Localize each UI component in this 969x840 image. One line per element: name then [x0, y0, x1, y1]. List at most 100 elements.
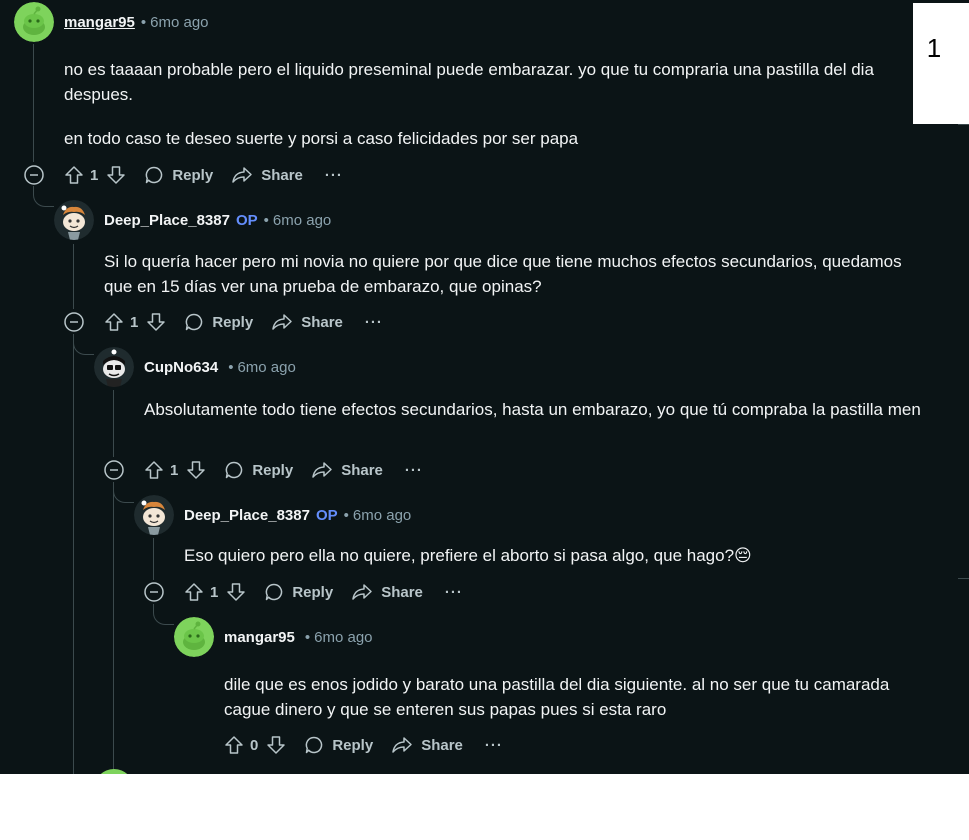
author-name[interactable]: mangar95 — [224, 629, 295, 646]
comment-body: Absolutamente todo tiene efectos secunda… — [144, 397, 924, 441]
avatar[interactable] — [94, 769, 134, 774]
more-options-button[interactable]: ··· — [365, 314, 383, 331]
reply-button[interactable]: Reply — [304, 735, 373, 755]
snoo-dark-avatar-icon — [94, 347, 134, 387]
share-arrow-icon — [352, 584, 372, 600]
vote-count: 0 — [250, 736, 259, 754]
upvote-button[interactable] — [64, 165, 84, 185]
thread-line[interactable] — [73, 335, 74, 774]
more-options-button[interactable]: ··· — [405, 462, 423, 479]
avatar[interactable] — [14, 2, 54, 42]
author-name[interactable]: CupNo634 — [144, 359, 218, 376]
share-label: Share — [301, 313, 343, 331]
downvote-arrow-icon — [227, 583, 246, 601]
upvote-button[interactable] — [184, 582, 204, 602]
separator-dot: • — [343, 506, 349, 524]
comment-actions: 1 Reply Share ··· — [64, 161, 343, 189]
comment-paragraph: no es taaaan probable pero el liquido pr… — [64, 60, 874, 104]
downvote-button[interactable] — [106, 165, 126, 185]
reply-button[interactable]: Reply — [224, 460, 293, 480]
upvote-arrow-icon — [65, 166, 83, 184]
upvote-arrow-icon — [105, 313, 123, 331]
downvote-button[interactable] — [266, 735, 286, 755]
thread-line[interactable] — [113, 483, 114, 774]
comment-paragraph: Absolutamente todo tiene efectos secunda… — [144, 400, 921, 419]
thread-connector — [33, 186, 54, 207]
upvote-button[interactable] — [104, 312, 124, 332]
minus-circle-icon — [24, 165, 44, 185]
share-button[interactable]: Share — [271, 312, 343, 332]
more-options-button[interactable]: ··· — [325, 167, 343, 184]
speech-bubble-icon — [186, 313, 203, 331]
share-button[interactable]: Share — [311, 460, 383, 480]
share-button[interactable]: Share — [351, 582, 423, 602]
upvote-button[interactable] — [144, 460, 164, 480]
avatar[interactable] — [54, 200, 94, 240]
snoo-chef-avatar-icon — [134, 495, 174, 535]
upvote-arrow-icon — [225, 736, 243, 754]
reply-button[interactable]: Reply — [184, 312, 253, 332]
divider — [958, 124, 969, 125]
timestamp[interactable]: 6mo ago — [273, 212, 331, 229]
snoo-green-avatar-icon — [14, 2, 54, 42]
thread-line[interactable] — [113, 390, 114, 457]
downvote-button[interactable] — [186, 460, 206, 480]
reply-label: Reply — [212, 313, 254, 331]
thread-line[interactable] — [153, 538, 154, 580]
author-name[interactable]: Deep_Place_8387 — [184, 507, 310, 524]
timestamp[interactable]: 6mo ago — [353, 507, 411, 524]
timestamp[interactable]: 6mo ago — [237, 359, 295, 376]
reply-label: Reply — [332, 736, 374, 754]
share-button[interactable]: Share — [231, 165, 303, 185]
comment-paragraph: Si lo quería hacer pero mi novia no quie… — [104, 252, 902, 296]
vote-count: 1 — [90, 166, 99, 184]
comment-meta: mangar95 • 6mo ago — [224, 627, 373, 647]
avatar[interactable] — [94, 347, 134, 387]
reply-button[interactable]: Reply — [144, 165, 213, 185]
timestamp[interactable]: 6mo ago — [150, 14, 208, 31]
more-options-button[interactable]: ··· — [445, 584, 463, 601]
collapse-button[interactable] — [64, 312, 84, 332]
thread-line[interactable] — [33, 44, 34, 162]
op-badge: OP — [315, 506, 338, 524]
thread-connector — [153, 604, 174, 625]
separator-dot: • — [140, 13, 147, 31]
collapse-button[interactable] — [144, 582, 164, 602]
comment-paragraph: en todo caso te deseo suerte y porsi a c… — [64, 129, 579, 148]
more-options-button[interactable]: ··· — [485, 737, 503, 754]
downvote-arrow-icon — [187, 461, 206, 479]
downvote-button[interactable] — [146, 312, 166, 332]
collapse-button[interactable] — [24, 165, 44, 185]
thread-line[interactable] — [73, 244, 74, 309]
avatar[interactable] — [134, 495, 174, 535]
comment-actions: 1 Reply Share ··· — [144, 456, 423, 484]
comment-thread: mangar95 • 6mo ago no es taaaan probable… — [0, 0, 969, 774]
comment-actions: 1 Reply Share ··· — [104, 308, 383, 336]
avatar[interactable] — [174, 617, 214, 657]
share-arrow-icon — [232, 167, 252, 183]
minus-circle-icon — [64, 312, 84, 332]
downvote-button[interactable] — [226, 582, 246, 602]
comment-meta: CupNo634 • 6mo ago — [144, 357, 296, 377]
annotation-number: 1 — [926, 33, 942, 63]
reply-button[interactable]: Reply — [264, 582, 333, 602]
snoo-chef-avatar-icon — [54, 200, 94, 240]
upvote-arrow-icon — [145, 461, 163, 479]
collapse-button[interactable] — [104, 460, 124, 480]
upvote-button[interactable] — [224, 735, 244, 755]
vote-count: 1 — [130, 313, 139, 331]
author-name[interactable]: mangar95 — [64, 14, 135, 31]
comment-meta: Deep_Place_8387 OP • 6mo ago — [104, 210, 331, 230]
comment-actions: 1 Reply Share ··· — [184, 578, 463, 606]
comment-meta: Deep_Place_8387 OP • 6mo ago — [184, 505, 411, 525]
separator-dot: • — [304, 628, 311, 646]
share-label: Share — [261, 166, 303, 184]
share-button[interactable]: Share — [391, 735, 463, 755]
author-name[interactable]: Deep_Place_8387 — [104, 212, 230, 229]
timestamp[interactable]: 6mo ago — [314, 629, 372, 646]
downvote-arrow-icon — [107, 166, 126, 184]
comment-actions: 0 Reply Share ··· — [224, 731, 503, 759]
comment-paragraph: Eso quiero pero ella no quiere, prefiere… — [184, 546, 752, 565]
share-label: Share — [381, 583, 423, 601]
downvote-arrow-icon — [267, 736, 286, 754]
